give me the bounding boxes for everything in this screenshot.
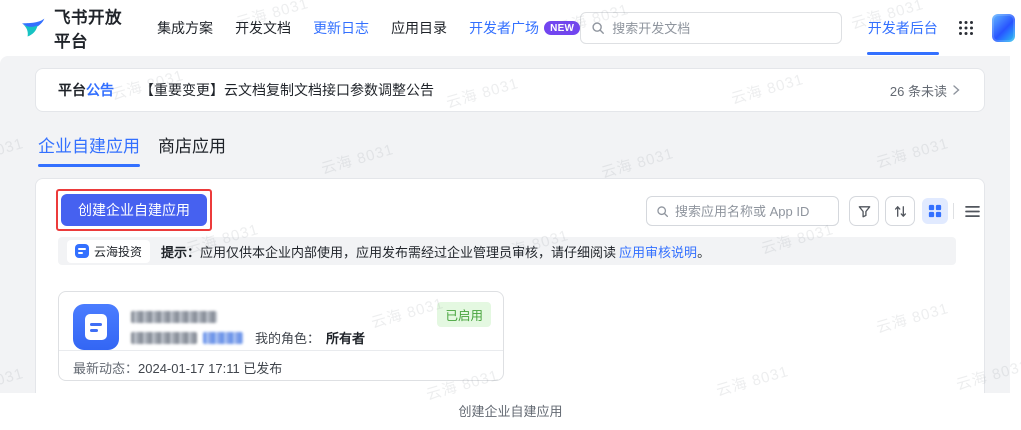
role-value: 所有者 (326, 331, 366, 346)
announcement-label: 平台公告 (58, 82, 114, 98)
annotation-highlight-box: 创建企业自建应用 (56, 189, 212, 231)
caption-strip: 创建企业自建应用 (0, 393, 1021, 430)
active-tab-underline (866, 52, 939, 55)
docs-search-box[interactable] (580, 12, 842, 44)
org-pill: 云海投资 (67, 239, 151, 263)
app-card[interactable]: 我的角色： 所有者 已启用 最新动态：2024-01-17 17:11 已发布 (58, 291, 504, 381)
nav-item-app-directory[interactable]: 应用目录 (391, 18, 447, 38)
page-content: 平台公告 【重要变更】云文档复制文档接口参数调整公告 26 条未读 企业自建应用… (0, 56, 1010, 393)
app-type-tabs: 企业自建应用 商店应用 (38, 132, 226, 167)
review-guide-link[interactable]: 应用审核说明 (619, 242, 697, 261)
role-label: 我的角色： (255, 331, 321, 346)
tenant-tip-bar: 云海投资 提示： 应用仅供本企业内部使用，应用发布需经过企业管理员审核，请仔细阅… (58, 237, 956, 265)
list-view-icon (964, 205, 980, 218)
app-doc-icon (73, 304, 119, 350)
app-search-input[interactable] (675, 203, 829, 219)
docs-search-input[interactable] (612, 20, 831, 36)
tab-underline (38, 164, 140, 167)
brand[interactable]: 飞书开放平台 (20, 4, 133, 52)
caption-text: 创建企业自建应用 (458, 404, 563, 419)
feishu-logo-icon (20, 15, 46, 41)
nav-item-developer-square[interactable]: 开发者广场 NEW (469, 18, 581, 38)
grid-view-icon (928, 204, 942, 218)
divider (59, 350, 503, 351)
main-nav: 集成方案 开发文档 更新日志 应用目录 开发者广场 NEW (157, 18, 581, 38)
create-app-button[interactable]: 创建企业自建应用 (61, 194, 207, 226)
nav-item-changelog[interactable]: 更新日志 (313, 18, 369, 38)
redacted-app-tag (203, 331, 243, 344)
grid-view-button[interactable] (922, 198, 948, 224)
latest-activity: 最新动态：2024-01-17 17:11 已发布 (73, 361, 283, 376)
redacted-app-name (131, 308, 217, 326)
filter-button[interactable] (849, 196, 879, 226)
unread-count[interactable]: 26 条未读 (890, 81, 962, 100)
chevron-right-icon (950, 84, 962, 96)
search-icon (656, 205, 669, 218)
status-badge: 已启用 (437, 302, 491, 327)
announcement-title[interactable]: 【重要变更】云文档复制文档接口参数调整公告 (140, 80, 434, 100)
tab-custom-apps[interactable]: 企业自建应用 (38, 132, 140, 167)
divider (953, 203, 954, 219)
top-navbar: 飞书开放平台 集成方案 开发文档 更新日志 应用目录 开发者广场 NEW 开发者… (0, 0, 1021, 56)
developer-console-tab[interactable]: 开发者后台 (866, 0, 939, 56)
new-badge: NEW (544, 21, 581, 35)
tip-label: 提示： (161, 244, 201, 260)
sort-button[interactable] (885, 196, 915, 226)
app-list-panel: 创建企业自建应用 搜索应用名称或 App ID 云海投资 提示： 应用仅供本企业… (35, 178, 985, 393)
org-logo-icon (75, 244, 89, 258)
filter-funnel-icon (857, 204, 872, 219)
org-name: 云海投资 (94, 244, 143, 259)
platform-announcement-bar[interactable]: 平台公告 【重要变更】云文档复制文档接口参数调整公告 26 条未读 (35, 68, 985, 112)
tip-period: 。 (697, 244, 711, 260)
brand-title: 飞书开放平台 (54, 9, 122, 51)
nav-item-integration[interactable]: 集成方案 (157, 18, 213, 38)
nav-item-docs[interactable]: 开发文档 (235, 18, 291, 38)
sort-arrows-icon (893, 204, 908, 219)
tip-body: 应用仅供本企业内部使用，应用发布需经过企业管理员审核，请仔细阅读 (200, 244, 617, 260)
app-meta-line: 我的角色： 所有者 (131, 328, 365, 347)
app-search-box[interactable] (646, 196, 839, 226)
search-icon (591, 21, 605, 35)
redacted-app-id (131, 331, 197, 344)
view-toggle (922, 198, 985, 224)
tab-store-apps[interactable]: 商店应用 (158, 132, 226, 167)
app-grid-icon[interactable] (958, 20, 974, 36)
list-view-button[interactable] (959, 198, 985, 224)
avatar[interactable] (991, 14, 1015, 42)
